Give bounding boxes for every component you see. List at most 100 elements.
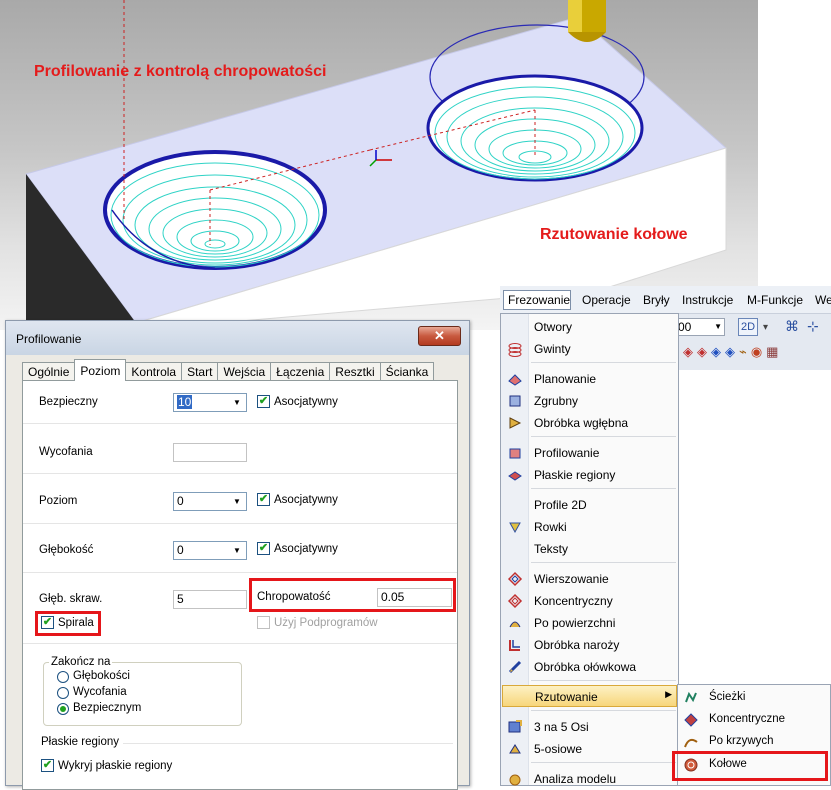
- caption-rzutowanie: Rzutowanie kołowe: [540, 226, 688, 243]
- menu-item-label: 3 na 5 Osi: [534, 720, 589, 734]
- menu-operacje[interactable]: Operacje: [582, 293, 631, 307]
- pencil-icon[interactable]: ⌁: [739, 344, 747, 360]
- menu-item-zgrubny[interactable]: Zgrubny: [501, 390, 678, 412]
- corner-icon[interactable]: ◈: [725, 344, 735, 360]
- toolbar-overflow-icon[interactable]: ▾: [763, 322, 768, 333]
- menu-item-label: Teksty: [534, 542, 569, 556]
- menu-separator: [531, 680, 676, 681]
- tab-wejscia[interactable]: Wejścia: [217, 362, 272, 381]
- menu-item-teksty[interactable]: Teksty: [501, 538, 678, 560]
- menu-item-3-na-5-osi[interactable]: 3 na 5 Osi: [501, 716, 678, 738]
- toolbar-combo-value: 00: [678, 320, 692, 334]
- spirala-label: Spirala: [58, 617, 94, 629]
- menu-instrukcje[interactable]: Instrukcje: [682, 293, 733, 307]
- divider: [23, 643, 457, 644]
- poziom-asoc-checkbox[interactable]: ✔: [257, 493, 270, 506]
- tab-kontrola[interactable]: Kontrola: [125, 362, 183, 381]
- menu-item-analiza-modelu[interactable]: Analiza modelu: [501, 768, 678, 790]
- wykryj-plaskie-label: Wykryj płaskie regiony: [58, 760, 173, 772]
- radio-glebokosci[interactable]: [57, 671, 69, 683]
- projection-icon[interactable]: ▦: [766, 344, 778, 360]
- bezpieczny-asoc-checkbox[interactable]: ✔: [257, 395, 270, 408]
- circular-icon[interactable]: ◉: [751, 344, 762, 360]
- menu-item-rzutowanie[interactable]: Rzutowanie ▶: [502, 685, 677, 707]
- menu-m-funkcje[interactable]: M-Funkcje: [747, 293, 803, 307]
- poziom-label: Poziom: [39, 495, 78, 507]
- menu-item-label: Obróbka naroży: [534, 638, 620, 652]
- poziom-asoc-label: Asocjatywny: [274, 494, 338, 506]
- menu-item-5-osiowe[interactable]: 5-osiowe: [501, 738, 678, 760]
- snap-point-icon[interactable]: ⊹: [807, 318, 819, 335]
- tab-laczenia[interactable]: Łączenia: [270, 362, 331, 381]
- divider: [23, 423, 457, 424]
- menu-item-obrobka-olowkowa[interactable]: Obróbka ołówkowa: [501, 656, 678, 678]
- menu-we[interactable]: We: [815, 293, 831, 307]
- chevron-right-icon: ▶: [665, 689, 672, 699]
- menu-item-otwory[interactable]: Otwory: [501, 316, 678, 338]
- menu-item-obrobka-wglebna[interactable]: Obróbka wgłębna: [501, 412, 678, 434]
- bezpieczny-combo[interactable]: 10 ▼: [173, 393, 247, 412]
- chropowatosc-input[interactable]: 0.05: [377, 588, 452, 607]
- spirala-checkbox[interactable]: ✔: [41, 616, 54, 629]
- menu-frezowanie[interactable]: Frezowanie: [503, 290, 571, 310]
- glebokosc-asoc-checkbox[interactable]: ✔: [257, 542, 270, 555]
- menu-separator: [531, 762, 676, 763]
- radio-bezpiecznym[interactable]: [57, 703, 69, 715]
- tab-poziom[interactable]: Poziom: [74, 359, 127, 381]
- menu-item-label: Koncentryczny: [534, 594, 613, 608]
- menu-bryly[interactable]: Bryły: [643, 293, 670, 307]
- tab-scianka[interactable]: Ścianka: [379, 362, 435, 381]
- corner-icon: [507, 637, 523, 653]
- glebokosc-value: 0: [177, 543, 184, 557]
- toolbar-combo[interactable]: 00 ▼: [677, 318, 725, 336]
- menu-item-label: Profilowanie: [534, 446, 600, 460]
- tab-start[interactable]: Start: [181, 362, 219, 381]
- divider: [23, 523, 457, 524]
- menu-item-wierszowanie[interactable]: Wierszowanie: [501, 568, 678, 590]
- menu-item-obrobka-narozy[interactable]: Obróbka naroży: [501, 634, 678, 656]
- tab-resztki[interactable]: Resztki: [329, 362, 381, 381]
- menu-item-koncentryczny[interactable]: Koncentryczny: [501, 590, 678, 612]
- menu-item-profile-2d[interactable]: Profile 2D: [501, 494, 678, 516]
- glebokosc-combo[interactable]: 0 ▼: [173, 541, 247, 560]
- menu-item-label: Zgrubny: [534, 394, 579, 408]
- divider: [23, 572, 457, 573]
- submenu-item-po-krzywych[interactable]: Po krzywych: [678, 731, 830, 753]
- profiling-icon: [507, 445, 523, 461]
- wykryj-plaskie-checkbox[interactable]: ✔: [41, 759, 54, 772]
- menu-item-label: 5-osiowe: [534, 742, 583, 756]
- profilowanie-dialog: Profilowanie ✕ Ogólnie Poziom Kontrola S…: [5, 320, 470, 790]
- toolbar-2d-button[interactable]: 2D: [738, 318, 758, 336]
- facing-icon: [507, 371, 523, 387]
- submenu-item-koncentryczne[interactable]: Koncentryczne: [678, 709, 830, 731]
- menu-item-gwinty[interactable]: Gwinty: [501, 338, 678, 360]
- menu-item-plaskie-regiony[interactable]: Płaskie regiony: [501, 464, 678, 486]
- menu-item-profilowanie[interactable]: Profilowanie: [501, 442, 678, 464]
- uzyj-podprogramow-checkbox[interactable]: [257, 616, 270, 629]
- menu-item-label: Otwory: [534, 320, 573, 334]
- chevron-down-icon: ▼: [714, 322, 722, 331]
- surface-icon[interactable]: ◈: [711, 344, 721, 360]
- snap-grid-icon[interactable]: ⌘: [785, 318, 799, 335]
- dialog-titlebar[interactable]: Profilowanie ✕: [6, 321, 469, 355]
- menu-item-po-powierzchni[interactable]: Po powierzchni: [501, 612, 678, 634]
- toolbar: 00 ▼ 2D ▾ ⌘ ⊹ ◈ ◈ ◈ ◈ ⌁ ◉ ▦: [677, 314, 831, 370]
- menu-item-planowanie[interactable]: Planowanie: [501, 368, 678, 390]
- flat-regions-icon: [507, 467, 523, 483]
- submenu-item-label: Kołowe: [709, 758, 747, 770]
- concentric-icon[interactable]: ◈: [697, 344, 707, 360]
- radio-wycofania[interactable]: [57, 687, 69, 699]
- close-button[interactable]: ✕: [418, 326, 461, 346]
- uzyj-podprogramow-label: Użyj Podprogramów: [274, 617, 378, 629]
- submenu-item-sciezki[interactable]: Ścieżki: [678, 687, 830, 709]
- poziom-combo[interactable]: 0 ▼: [173, 492, 247, 511]
- cad-viewport[interactable]: Profilowanie z kontrolą chropowatości Rz…: [0, 0, 758, 330]
- menu-item-rowki[interactable]: Rowki: [501, 516, 678, 538]
- tab-ogolnie[interactable]: Ogólnie: [22, 362, 76, 381]
- 3to5-axis-icon: [507, 719, 523, 735]
- gleb-skraw-input[interactable]: 5: [173, 590, 247, 609]
- menu-item-label: Płaskie regiony: [534, 468, 616, 482]
- submenu-item-kolowe[interactable]: Kołowe: [678, 754, 830, 776]
- raster-icon[interactable]: ◈: [683, 344, 693, 360]
- wycofania-input[interactable]: [173, 443, 247, 462]
